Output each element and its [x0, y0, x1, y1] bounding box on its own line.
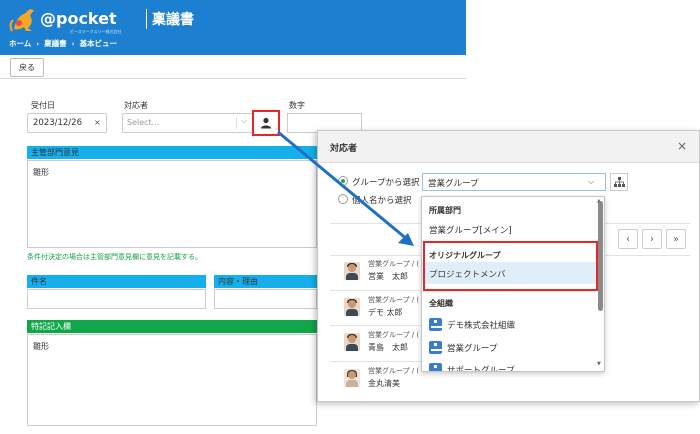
annotation-arrow	[277, 130, 414, 246]
app: @pocket ピースマークスリー株式会社 稟議書 ホーム › 稟議書 › 基本…	[0, 0, 700, 434]
